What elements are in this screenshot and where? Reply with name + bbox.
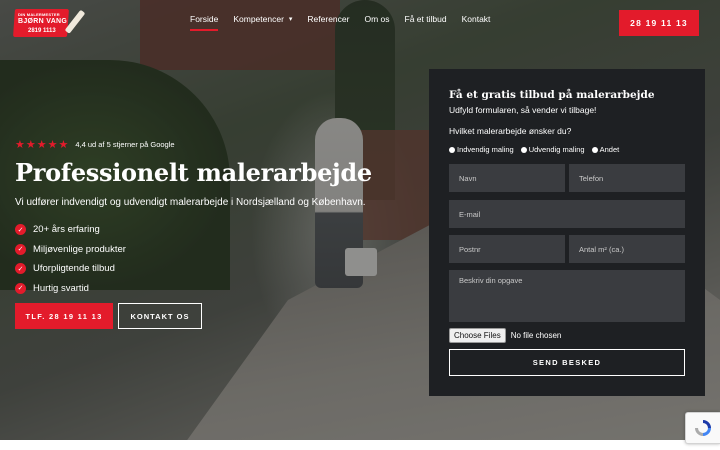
bottom-strip: [0, 440, 720, 450]
name-field[interactable]: Navn: [449, 164, 565, 192]
work-type-radios: Indvendig maling Udvendig maling Andet: [449, 145, 619, 154]
check-icon: ✓: [15, 282, 26, 294]
check-icon: ✓: [15, 224, 26, 236]
feature-item: ✓ Hurtig svartid: [15, 279, 126, 299]
logo-tagline: DIN MALERMESTER: [18, 12, 60, 17]
nav-item-kompetencer[interactable]: Kompetencer ▾: [233, 14, 292, 24]
radio-circle-icon[interactable]: [520, 146, 527, 153]
radio-circle-icon[interactable]: [591, 146, 598, 153]
rating-text: 4,4 ud af 5 stjerner på Google: [75, 140, 175, 149]
logo[interactable]: DIN MALERMESTER BJØRN VANG 2819 1113: [13, 6, 88, 38]
nav-item-kontakt[interactable]: Kontakt: [462, 14, 491, 24]
star-rating-icon: ★★★★★: [15, 139, 70, 151]
nav-label: Kontakt: [461, 14, 491, 24]
feature-item: ✓ Uforpligtende tilbud: [15, 259, 126, 279]
feature-label: Hurtig svartid: [33, 282, 89, 294]
area-field[interactable]: Antal m² (ca.): [569, 235, 685, 263]
nav-label: Kompetencer: [233, 14, 284, 24]
header-phone-button[interactable]: 28 19 11 13: [619, 10, 699, 36]
nav-item-faa-et-tilbud[interactable]: Få et tilbud: [405, 14, 447, 24]
google-rating: ★★★★★ 4,4 ud af 5 stjerner på Google: [15, 138, 175, 151]
nav-label: Forside: [190, 14, 219, 24]
check-icon: ✓: [15, 243, 26, 255]
file-status: No file chosen: [510, 331, 562, 340]
logo-phone: 2819 1113: [28, 28, 56, 34]
radio-circle-icon[interactable]: [449, 146, 455, 153]
hero-subtitle: Vi udfører indvendigt og udvendigt maler…: [15, 197, 366, 208]
form-subtitle: Udfyld formularen, så vender vi tilbage!: [449, 105, 597, 115]
contact-button[interactable]: KONTAKT OS: [118, 303, 202, 329]
nav-label: Om os: [364, 14, 390, 24]
main-nav: Forside Kompetencer ▾ Referencer Om os Få…: [190, 14, 505, 31]
check-icon: ✓: [15, 263, 26, 275]
nav-item-om-os[interactable]: Om os: [364, 14, 389, 24]
feature-label: 20+ års erfaring: [33, 224, 100, 236]
feature-label: Uforpligtende tilbud: [33, 263, 115, 275]
email-field[interactable]: E-mail: [449, 200, 685, 228]
recaptcha-badge[interactable]: [685, 412, 720, 444]
form-title: Få et gratis tilbud på malerarbejde: [449, 89, 655, 101]
call-button[interactable]: TLF. 28 19 11 13: [15, 303, 113, 329]
feature-item: ✓ Miljøvenlige produkter: [15, 240, 126, 260]
site-header: DIN MALERMESTER BJØRN VANG 2819 1113 For…: [0, 0, 720, 46]
hero-title: Professionelt malerarbejde: [15, 158, 372, 187]
nav-item-forside[interactable]: Forside: [190, 14, 219, 31]
radio-label: Udvendig maling: [528, 145, 585, 154]
radio-indvendig[interactable]: Indvendig maling: [449, 145, 514, 154]
logo-name: BJØRN VANG: [18, 18, 68, 25]
nav-label: Få et tilbud: [404, 14, 447, 24]
radio-label: Andet: [599, 145, 620, 154]
radio-andet[interactable]: Andet: [591, 145, 620, 154]
form-question: Hvilket malerarbejde ønsker du?: [449, 126, 572, 136]
nav-item-referencer[interactable]: Referencer: [307, 14, 349, 24]
choose-files-button[interactable]: Choose Files: [449, 328, 506, 343]
feature-label: Miljøvenlige produkter: [33, 243, 126, 255]
file-upload: Choose Files No file chosen: [449, 328, 561, 343]
quote-form-panel: Få et gratis tilbud på malerarbejde Udfy…: [429, 69, 705, 396]
postal-field[interactable]: Postnr: [449, 235, 565, 263]
phone-field[interactable]: Telefon: [569, 164, 685, 192]
radio-label: Indvendig maling: [457, 145, 514, 154]
radio-udvendig[interactable]: Udvendig maling: [520, 145, 585, 154]
send-button[interactable]: SEND BESKED: [449, 349, 685, 376]
feature-list: ✓ 20+ års erfaring ✓ Miljøvenlige produkte…: [15, 220, 126, 298]
description-textarea[interactable]: Beskriv din opgave: [449, 270, 685, 322]
feature-item: ✓ 20+ års erfaring: [15, 220, 126, 240]
recaptcha-icon: [695, 420, 711, 436]
nav-label: Referencer: [307, 14, 350, 24]
chevron-down-icon: ▾: [288, 16, 293, 23]
